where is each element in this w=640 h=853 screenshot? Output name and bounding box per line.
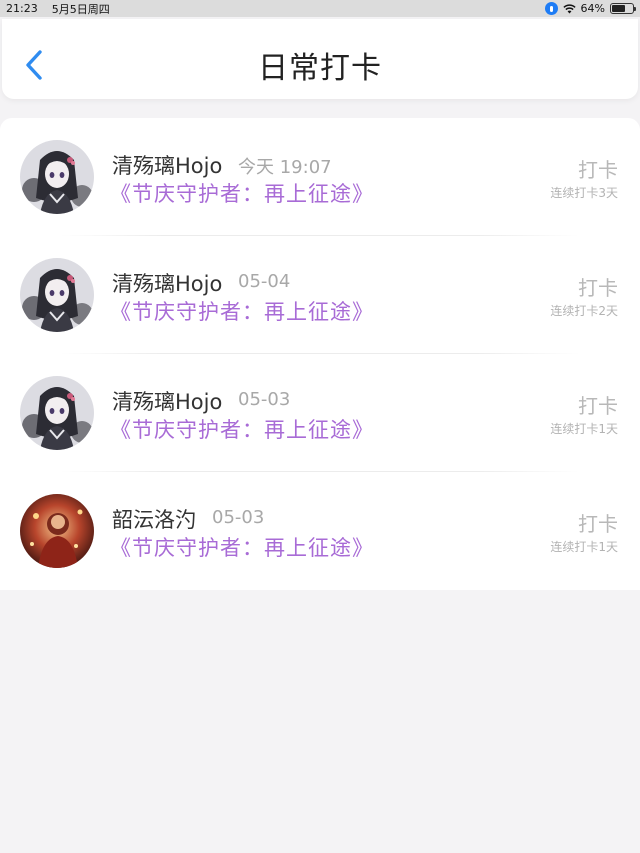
checkin-date: 05-03 bbox=[238, 389, 291, 410]
checkin-list: 清殇璃Hojo 今天 19:07 《节庆守护者：再上征途》 打卡 连续打卡3天 清殇璃Ho… bbox=[0, 118, 640, 590]
checkin-row[interactable]: 清殇璃Hojo 05-03 《节庆守护者：再上征途》 打卡连续打卡1天 bbox=[0, 354, 640, 472]
avatar[interactable] bbox=[20, 140, 94, 214]
streak-count: 连续打卡3天 bbox=[550, 186, 618, 200]
streak-count: 连续打卡1天 bbox=[550, 422, 618, 436]
status-bar: 21:23 5月5日周四 64% bbox=[0, 0, 640, 17]
checkin-button[interactable]: 打卡 bbox=[578, 154, 618, 183]
event-title[interactable]: 《节庆守护者：再上征途》 bbox=[110, 414, 374, 444]
avatar[interactable] bbox=[20, 258, 94, 332]
checkin-row[interactable]: 清殇璃Hojo 今天 19:07 《节庆守护者：再上征途》 打卡连续打卡3天 bbox=[0, 118, 640, 236]
status-date: 5月5日周四 bbox=[51, 2, 110, 16]
checkin-date: 05-03 bbox=[212, 507, 265, 528]
username[interactable]: 清殇璃Hojo bbox=[112, 150, 222, 180]
checkin-row[interactable]: 韶沄洛汋 05-03 《节庆守护者：再上征途》 打卡连续打卡1天 bbox=[0, 472, 640, 590]
username[interactable]: 清殇璃Hojo bbox=[112, 386, 222, 416]
streak-count: 连续打卡2天 bbox=[550, 304, 618, 318]
checkin-button[interactable]: 打卡 bbox=[578, 272, 618, 301]
username[interactable]: 清殇璃Hojo bbox=[112, 268, 222, 298]
avatar[interactable] bbox=[20, 494, 94, 568]
status-time: 21:23 bbox=[6, 2, 38, 15]
checkin-date: 05-04 bbox=[238, 271, 291, 292]
event-title[interactable]: 《节庆守护者：再上征途》 bbox=[110, 178, 374, 208]
streak-count: 连续打卡1天 bbox=[550, 540, 618, 554]
page-title: 日常打卡 bbox=[258, 51, 382, 86]
battery-icon bbox=[610, 3, 636, 14]
header: 日常打卡 bbox=[2, 19, 638, 99]
checkin-button[interactable]: 打卡 bbox=[578, 508, 618, 537]
battery-percent: 64% bbox=[580, 2, 605, 15]
username[interactable]: 韶沄洛汋 bbox=[112, 504, 196, 534]
status-indicators: 64% bbox=[544, 2, 636, 15]
microphone-icon bbox=[544, 2, 558, 15]
checkin-row[interactable]: 清殇璃Hojo 05-04 《节庆守护者：再上征途》 打卡连续打卡2天 bbox=[0, 236, 640, 354]
wifi-icon bbox=[562, 3, 576, 13]
event-title[interactable]: 《节庆守护者：再上征途》 bbox=[110, 532, 374, 562]
checkin-date: 今天 19:07 bbox=[238, 157, 332, 178]
avatar[interactable] bbox=[20, 376, 94, 450]
event-title[interactable]: 《节庆守护者：再上征途》 bbox=[110, 296, 374, 326]
checkin-button[interactable]: 打卡 bbox=[578, 390, 618, 419]
